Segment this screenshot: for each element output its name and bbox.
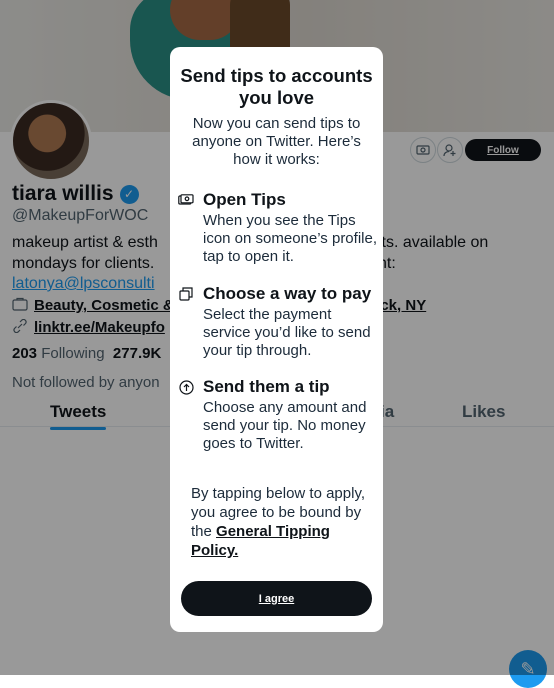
tipping-policy-link[interactable]: General Tipping Policy.: [191, 523, 330, 559]
step-desc: Choose any amount and send your tip. No …: [203, 399, 367, 452]
card-stack-icon: [178, 286, 194, 302]
cash-icon: [178, 192, 194, 208]
step-desc: Select the payment service you’d like to…: [203, 306, 371, 359]
arrow-up-circle-icon: [178, 379, 194, 395]
agree-button[interactable]: I agree: [181, 581, 372, 616]
step-title: Open Tips: [203, 190, 286, 209]
modal-title: Send tips to accounts you love: [180, 65, 373, 108]
modal-subtitle: Now you can send tips to anyone on Twitt…: [192, 115, 361, 168]
legal-text: By tapping below to apply, you agree to …: [191, 484, 369, 560]
step-title: Choose a way to pay: [203, 284, 372, 303]
step-desc: When you see the Tips icon on someone’s …: [203, 212, 377, 265]
step-title: Send them a tip: [203, 377, 330, 396]
tips-modal: Send tips to accounts you love Now you c…: [170, 47, 383, 632]
